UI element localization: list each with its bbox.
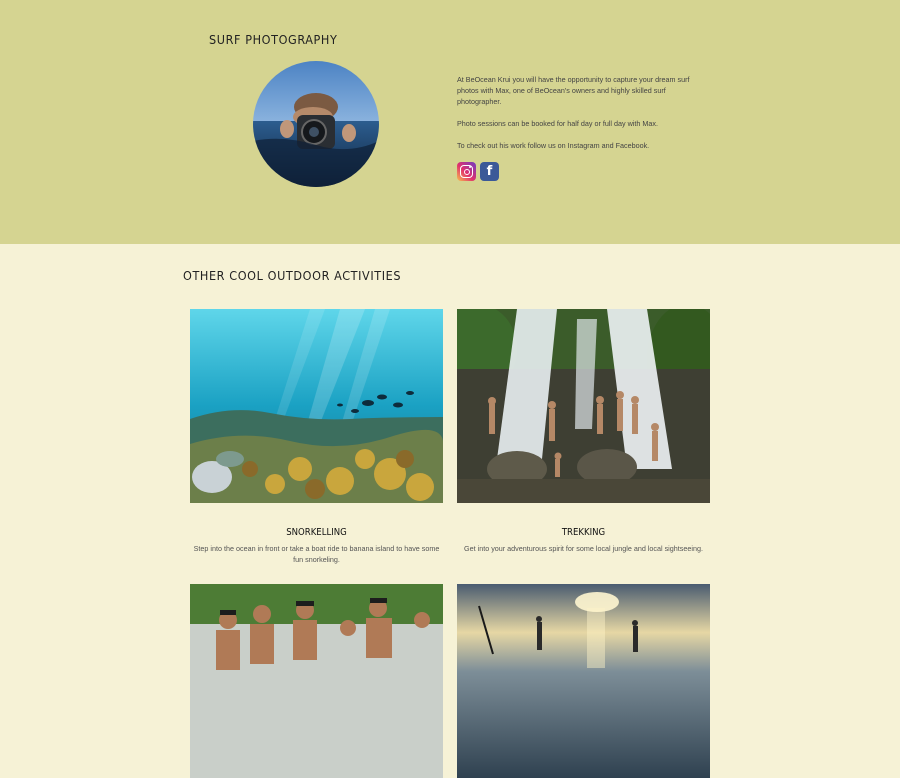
group-photo-image bbox=[190, 584, 443, 778]
social-links: f bbox=[457, 162, 499, 181]
surf-description-paragraph: At BeOcean Krui you will have the opport… bbox=[457, 75, 690, 106]
snorkelling-title: SNORKELLING bbox=[286, 527, 347, 538]
photographer-photo bbox=[253, 61, 379, 187]
surf-description-paragraph: Photo sessions can be booked for half da… bbox=[457, 119, 658, 128]
trekking-description: Get into your adventurous spirit for som… bbox=[464, 544, 703, 553]
snorkelling-image bbox=[190, 309, 443, 503]
trekking-image bbox=[457, 309, 710, 503]
surf-photography-section: SURF PHOTOGRAPHY At BeOcean Krui you wil… bbox=[0, 0, 900, 244]
outdoor-activities-section: OTHER COOL OUTDOOR ACTIVITIES SNORKELLIN… bbox=[0, 244, 900, 778]
surf-description-paragraph: To check out his work follow us on Insta… bbox=[457, 141, 650, 150]
activities-heading: OTHER COOL OUTDOOR ACTIVITIES bbox=[183, 268, 402, 283]
snorkelling-description: Step into the ocean in front or take a b… bbox=[193, 544, 440, 564]
surf-description: At BeOcean Krui you will have the opport… bbox=[457, 74, 707, 162]
facebook-icon[interactable]: f bbox=[480, 162, 499, 181]
trekking-title: TREKKING bbox=[561, 527, 606, 538]
instagram-icon[interactable] bbox=[457, 162, 476, 181]
surf-photography-heading: SURF PHOTOGRAPHY bbox=[209, 32, 338, 47]
paddleboard-image bbox=[457, 584, 710, 778]
